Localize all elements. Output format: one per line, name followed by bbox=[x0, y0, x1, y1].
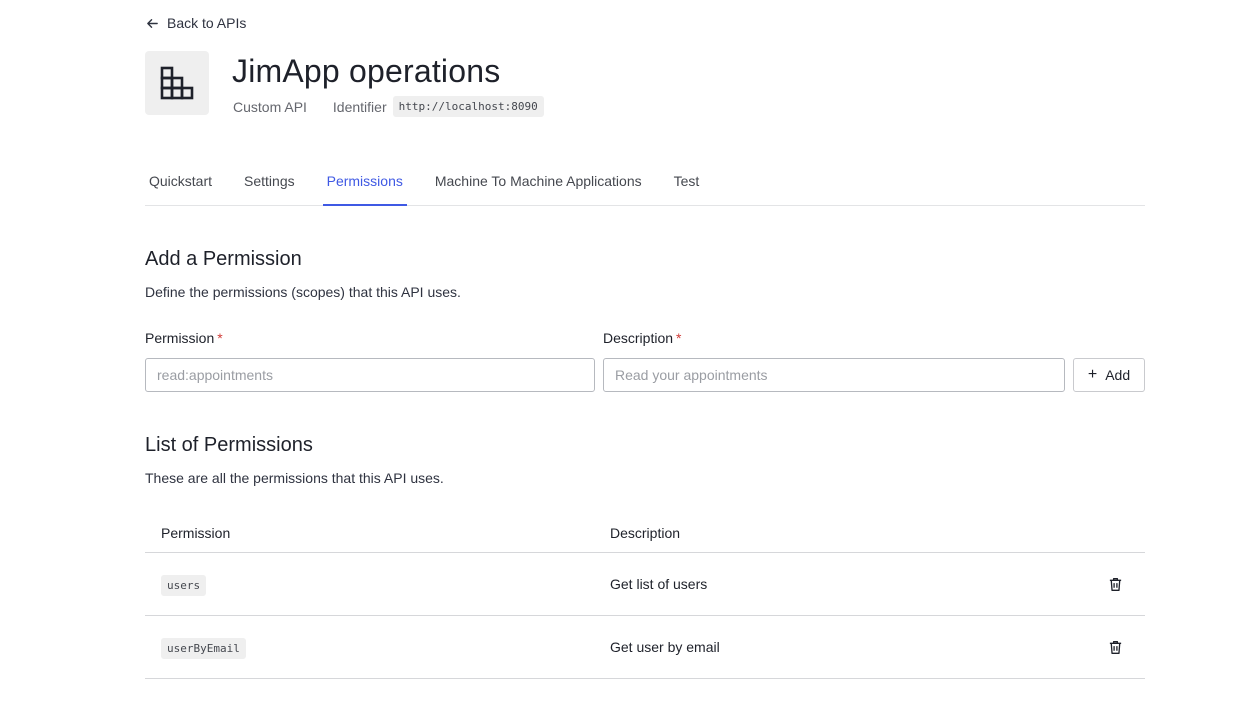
add-permission-description: Define the permissions (scopes) that thi… bbox=[145, 284, 461, 300]
tab-test[interactable]: Test bbox=[670, 166, 704, 205]
tab-permissions[interactable]: Permissions bbox=[322, 166, 408, 206]
description-cell: Get user by email bbox=[610, 639, 720, 655]
required-marker: * bbox=[676, 330, 682, 346]
add-permission-title: Add a Permission bbox=[145, 248, 302, 270]
description-input[interactable] bbox=[603, 358, 1065, 392]
identifier-label: Identifier bbox=[332, 98, 387, 115]
actions-cell bbox=[1085, 637, 1145, 657]
description-label-text: Description bbox=[603, 330, 674, 346]
table-row: users Get list of users bbox=[145, 553, 1145, 616]
trash-icon bbox=[1109, 577, 1121, 591]
delete-permission-button[interactable] bbox=[1105, 637, 1125, 657]
tab-machine-to-machine[interactable]: Machine To Machine Applications bbox=[431, 166, 646, 205]
plus-icon: + bbox=[1087, 366, 1098, 383]
building-icon bbox=[160, 66, 194, 100]
api-meta: Custom API Identifier http://localhost:8… bbox=[233, 96, 544, 117]
permission-field-label: Permission * bbox=[145, 330, 223, 346]
tab-bar: Quickstart Settings Permissions Machine … bbox=[145, 166, 1145, 206]
trash-icon bbox=[1109, 640, 1121, 654]
permissions-table: Permission Description users Get list of… bbox=[145, 513, 1145, 679]
column-header-description: Description bbox=[610, 524, 681, 541]
page-title: JimApp operations bbox=[232, 53, 501, 89]
api-logo bbox=[145, 51, 209, 115]
permission-cell: userByEmail bbox=[145, 638, 595, 659]
list-permissions-title: List of Permissions bbox=[145, 434, 313, 456]
tab-quickstart[interactable]: Quickstart bbox=[145, 166, 216, 205]
api-type: Custom API bbox=[233, 98, 307, 115]
required-marker: * bbox=[217, 330, 223, 346]
actions-cell bbox=[1085, 574, 1145, 594]
permission-input[interactable] bbox=[145, 358, 595, 392]
description-field-label: Description * bbox=[603, 330, 681, 346]
permission-cell: users bbox=[145, 575, 595, 596]
permission-label-text: Permission bbox=[145, 330, 215, 346]
add-button-label: Add bbox=[1105, 367, 1131, 383]
back-link-label: Back to APIs bbox=[167, 15, 247, 31]
table-header: Permission Description bbox=[145, 513, 1145, 553]
add-permission-button[interactable]: + Add bbox=[1073, 358, 1145, 392]
permission-scope: userByEmail bbox=[161, 638, 246, 659]
list-permissions-description: These are all the permissions that this … bbox=[145, 470, 444, 486]
identifier-value: http://localhost:8090 bbox=[392, 96, 544, 117]
back-to-apis-link[interactable]: Back to APIs bbox=[146, 15, 246, 31]
permission-scope: users bbox=[161, 575, 207, 596]
arrow-left-icon bbox=[147, 18, 158, 28]
delete-permission-button[interactable] bbox=[1105, 574, 1125, 594]
tab-settings[interactable]: Settings bbox=[240, 166, 299, 205]
description-cell: Get list of users bbox=[610, 576, 708, 592]
table-row: userByEmail Get user by email bbox=[145, 616, 1145, 679]
column-header-permission: Permission bbox=[161, 524, 231, 541]
